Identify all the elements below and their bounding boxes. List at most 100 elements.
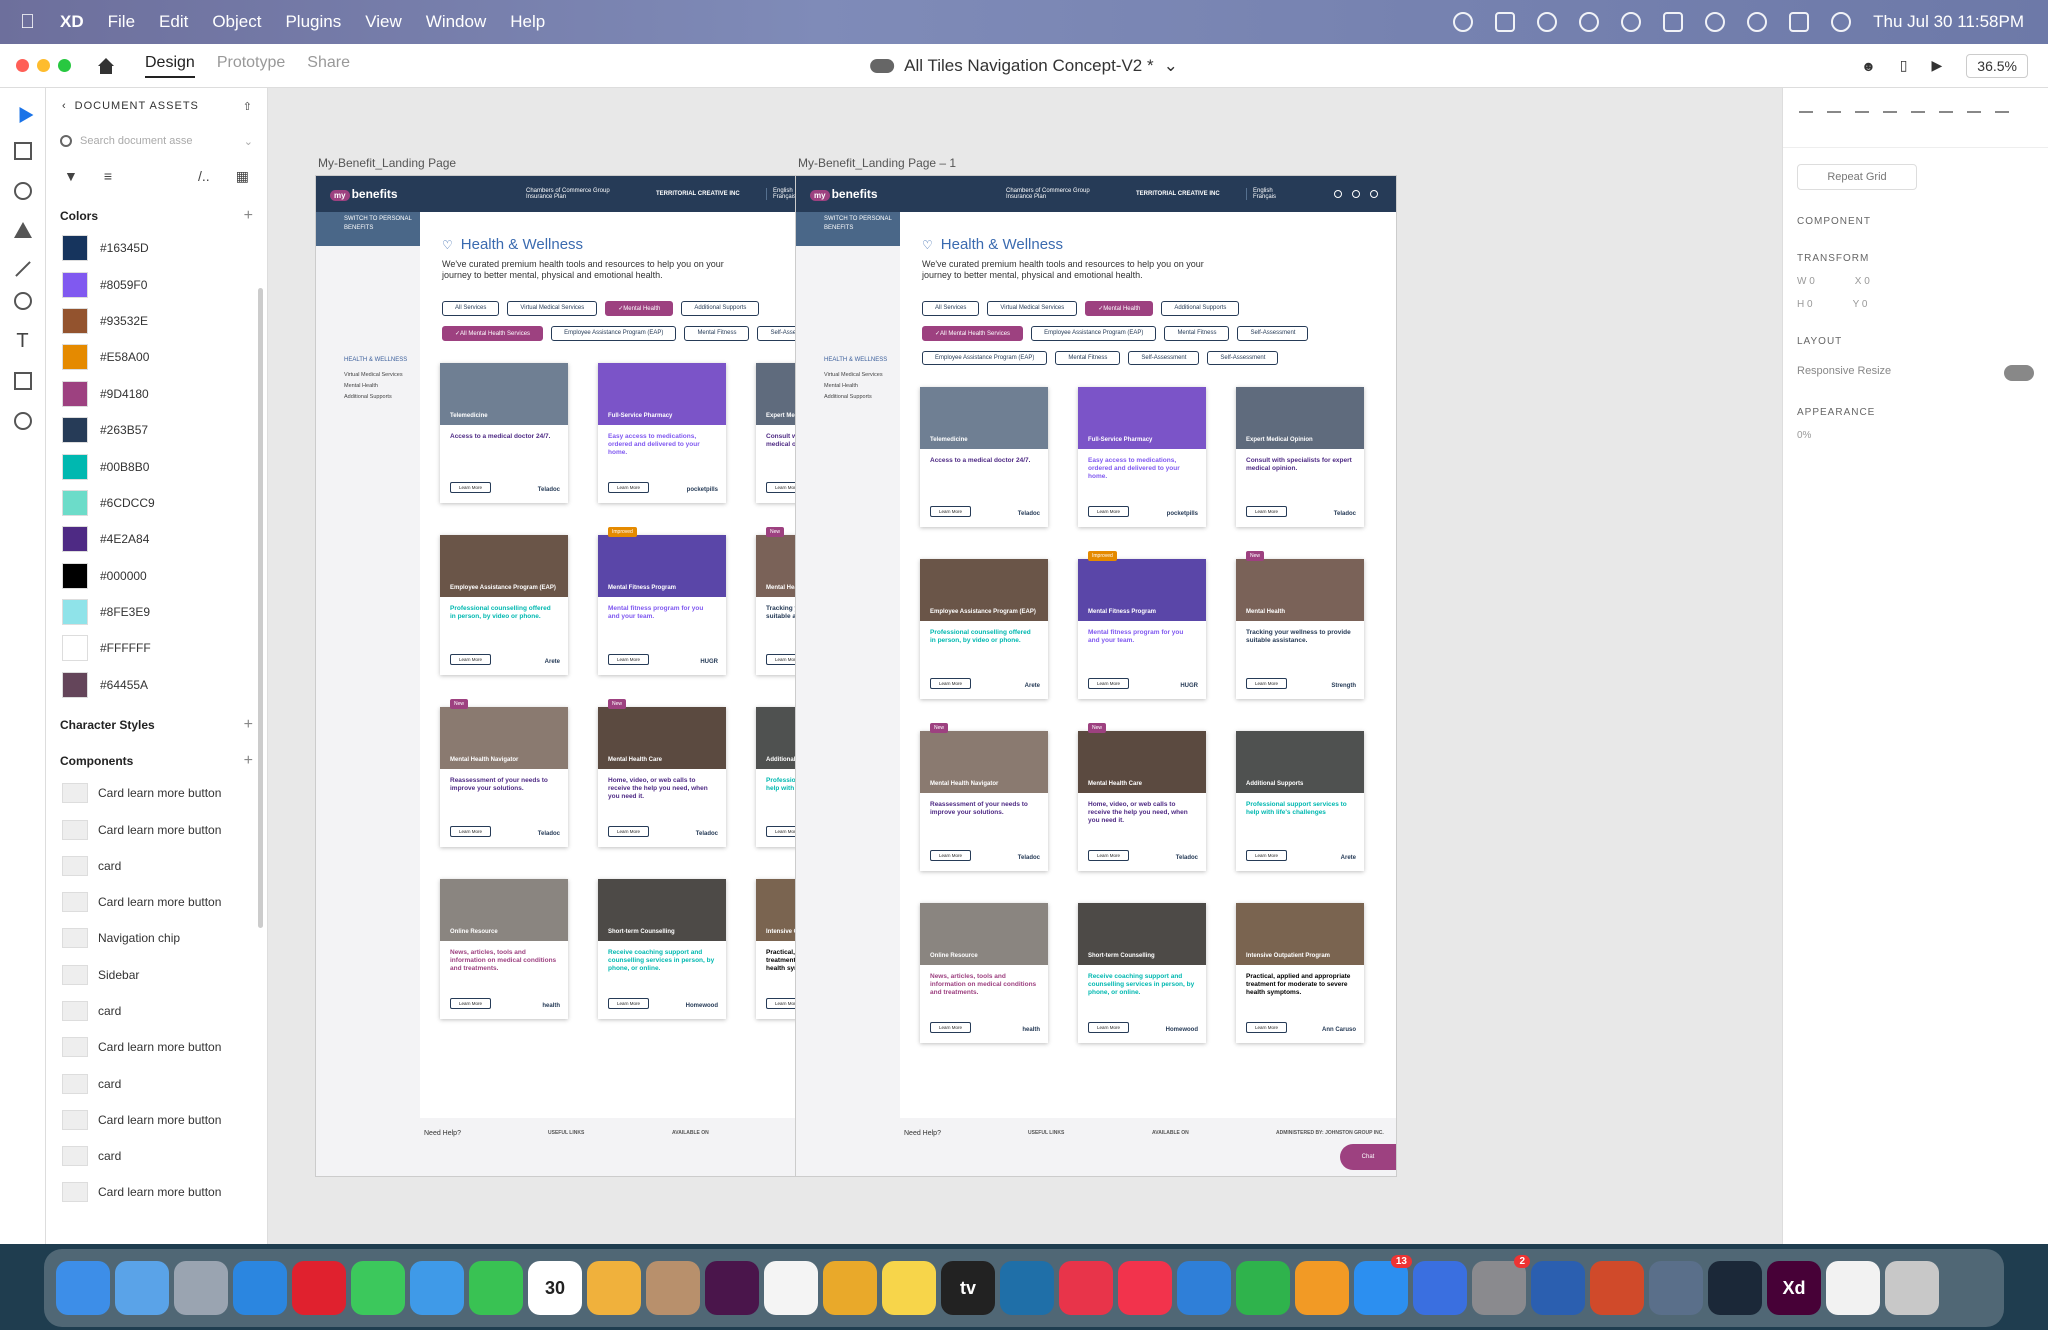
navigation-chip[interactable]: Self-Assessment (1128, 351, 1200, 365)
rectangle-tool-icon[interactable] (13, 142, 32, 160)
menu-file[interactable]: File (108, 12, 135, 32)
tools-icon[interactable] (115, 1261, 169, 1315)
tab-prototype[interactable]: Prototype (217, 54, 285, 78)
chrome-icon[interactable] (823, 1261, 877, 1315)
notes-icon[interactable] (882, 1261, 936, 1315)
filter-icon[interactable]: ▼ (64, 168, 78, 184)
help-icon[interactable] (1334, 190, 1342, 198)
finder-icon[interactable] (56, 1261, 110, 1315)
component-item[interactable]: Card learn more button (46, 884, 267, 920)
color-swatch-row[interactable]: #8059F0 (46, 266, 267, 302)
component-item[interactable]: Card learn more button (46, 1029, 267, 1065)
line-tool-icon[interactable] (14, 261, 31, 277)
sidebar-nav-item[interactable]: Additional Supports (344, 392, 420, 403)
color-swatch[interactable] (62, 417, 88, 444)
color-swatch[interactable] (62, 671, 88, 698)
component-item[interactable]: Card learn more button (46, 775, 267, 811)
service-card[interactable]: Online Resource News, articles, tools and… (920, 903, 1048, 1043)
card-learn-more-button[interactable]: Learn More (608, 826, 650, 837)
service-card[interactable]: Employee Assistance Program (EAP) Profess… (440, 535, 568, 675)
zoom-tool-icon[interactable] (13, 412, 32, 430)
color-swatch[interactable] (62, 562, 88, 589)
site-logo[interactable]: my benefits (330, 187, 398, 201)
profile-icon[interactable] (1370, 190, 1378, 198)
minimize-window-button[interactable] (37, 59, 50, 72)
color-swatch[interactable] (62, 271, 88, 298)
card-learn-more-button[interactable]: Learn More (1246, 850, 1288, 861)
color-swatch[interactable] (62, 344, 88, 371)
service-card[interactable]: Mental Health Care New Home, video, or web… (1078, 723, 1206, 871)
color-swatch-row[interactable]: #9D4180 (46, 376, 267, 412)
system-preferences-icon[interactable]: 2 (1472, 1255, 1530, 1315)
slack-icon[interactable] (705, 1261, 759, 1315)
component-item[interactable]: card (46, 1065, 267, 1101)
color-swatch[interactable] (62, 489, 88, 516)
navigation-chip[interactable]: Employee Assistance Program (EAP) (1031, 326, 1157, 341)
responsive-resize-toggle[interactable] (2004, 365, 2034, 381)
search-input[interactable]: Search document asse (80, 135, 193, 147)
navigation-chip[interactable]: Additional Supports (1161, 301, 1240, 316)
appletv-icon[interactable]: tv (941, 1261, 995, 1315)
trash-icon[interactable] (1885, 1261, 1939, 1315)
share-user-icon[interactable]: ☻ (1861, 58, 1876, 74)
siri-icon[interactable] (1831, 12, 1852, 32)
navigation-chip[interactable]: Employee Assistance Program (EAP) (551, 326, 677, 341)
color-swatch-row[interactable]: #4E2A84 (46, 521, 267, 557)
back-chevron-icon[interactable]: ‹ (62, 100, 67, 112)
service-card[interactable]: Full-Service Pharmacy Easy access to medi… (598, 363, 726, 503)
service-card[interactable]: Intensive Outpatient Program Practical, a… (1236, 903, 1364, 1043)
document-title[interactable]: All Tiles Navigation Concept-V2 * ⌄ (870, 56, 1178, 76)
ellipse-tool-icon[interactable] (13, 182, 32, 200)
card-learn-more-button[interactable]: Learn More (930, 850, 972, 861)
zoom-level[interactable]: 36.5% (1966, 53, 2028, 78)
navigation-chip[interactable]: All Services (442, 301, 500, 316)
sort-icon[interactable]: ≡ (104, 168, 112, 184)
card-learn-more-button[interactable]: Learn More (450, 654, 492, 665)
notification-icon[interactable] (1352, 190, 1360, 198)
color-swatch-row[interactable]: #93532E (46, 303, 267, 339)
align-left-icon[interactable] (1911, 110, 1925, 125)
color-swatch[interactable] (62, 599, 88, 626)
grid-view-icon[interactable]: ▦ (236, 168, 249, 185)
card-learn-more-button[interactable]: Learn More (1088, 678, 1130, 689)
apple-icon[interactable]:  (20, 11, 54, 34)
artboard-label[interactable]: My-Benefit_Landing Page – 1 (798, 156, 956, 170)
service-card[interactable]: Additional Supports Professional support … (1236, 731, 1364, 871)
menu-window[interactable]: Window (426, 12, 486, 32)
safari-icon[interactable] (233, 1261, 287, 1315)
distribute-horizontal-icon[interactable] (1995, 110, 2009, 125)
site-logo[interactable]: my benefits (810, 187, 878, 201)
migration-icon[interactable] (1649, 1261, 1703, 1315)
switch-benefits-button[interactable]: SWITCH TO PERSONAL BENEFITS (796, 212, 900, 246)
service-card[interactable]: Mental Health Navigator New Reassessment o… (440, 699, 568, 847)
close-window-button[interactable] (16, 59, 29, 72)
grammarly-icon[interactable] (1537, 12, 1558, 32)
y-field[interactable]: Y 0 (1853, 299, 1868, 310)
sidebar-nav-item[interactable]: Virtual Medical Services (824, 370, 900, 381)
assets-scrollbar[interactable] (258, 288, 263, 928)
navigation-chip[interactable]: Self-Assessment (1207, 351, 1279, 365)
service-card[interactable]: Mental Fitness Program Improved Mental fit… (1078, 551, 1206, 699)
color-swatch-row[interactable]: #64455A (46, 667, 267, 703)
color-swatch-row[interactable]: #16345D (46, 230, 267, 266)
card-learn-more-button[interactable]: Learn More (1088, 850, 1130, 861)
chat-button[interactable]: Chat (1340, 1144, 1396, 1170)
mobile-preview-icon[interactable]: ▯ (1900, 57, 1908, 74)
component-item[interactable]: card (46, 1138, 267, 1174)
control-center-icon[interactable] (1789, 12, 1810, 32)
color-swatch[interactable] (62, 453, 88, 480)
sidebar-nav-item[interactable]: Mental Health (824, 381, 900, 392)
navigation-chip[interactable]: Additional Supports (681, 301, 760, 316)
service-card[interactable]: Mental Fitness Program Improved Mental fit… (598, 527, 726, 675)
color-swatch[interactable] (62, 380, 88, 407)
tab-share[interactable]: Share (307, 54, 350, 78)
card-learn-more-button[interactable]: Learn More (450, 998, 492, 1009)
service-card[interactable]: Online Resource News, articles, tools and… (440, 879, 568, 1019)
news-icon[interactable] (1059, 1261, 1113, 1315)
pen-tool-icon[interactable] (13, 292, 32, 310)
sidebar-nav-item[interactable]: Mental Health (344, 381, 420, 392)
appstore-icon[interactable]: 13 (1354, 1255, 1412, 1315)
align-top-icon[interactable] (1799, 110, 1813, 125)
service-card[interactable]: Mental Health New Tracking your wellness t… (1236, 551, 1364, 699)
card-learn-more-button[interactable]: Learn More (930, 506, 972, 517)
